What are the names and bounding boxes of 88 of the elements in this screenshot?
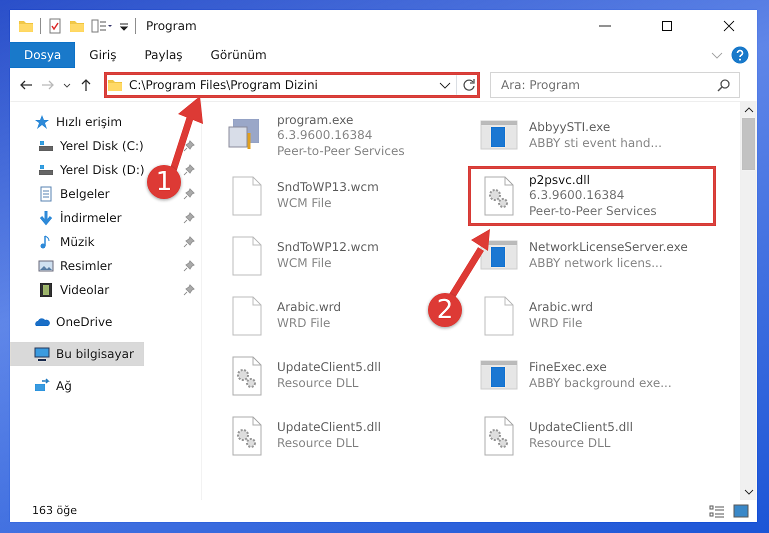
sidebar-item[interactable]: OneDrive: [10, 310, 112, 334]
pin-icon[interactable]: [183, 260, 195, 272]
ribbon-tab[interactable]: Dosya: [10, 42, 76, 68]
file-name: SndToWP12.wcm: [277, 240, 379, 256]
file-name: UpdateClient5.dll: [277, 360, 381, 376]
close-icon: [722, 19, 736, 33]
file-detail: WCM File: [277, 196, 332, 212]
ribbon-tab[interactable]: Giriş: [75, 42, 130, 68]
scroll-up-icon[interactable]: [744, 106, 754, 114]
file-detail: WCM File: [277, 256, 332, 272]
file-name: Arabic.wrd: [277, 300, 342, 316]
pin-icon[interactable]: [183, 140, 195, 152]
sidebar-item[interactable]: Müzik: [10, 230, 95, 254]
help-icon[interactable]: [731, 46, 749, 64]
refresh-icon[interactable]: [461, 76, 477, 92]
file-name: NetworkLicenseServer.exe: [529, 240, 688, 256]
file-detail: Resource DLL: [529, 436, 612, 452]
sidebar-item[interactable]: Yerel Disk (C:): [10, 134, 144, 158]
file-name: AbbyySTI.exe: [529, 120, 612, 136]
pin-icon[interactable]: [183, 188, 195, 200]
file-name: FineExec.exe: [529, 360, 608, 376]
scrollbar-thumb[interactable]: [742, 118, 755, 170]
properties-icon[interactable]: [47, 18, 63, 34]
film-icon: [38, 282, 54, 298]
address-field[interactable]: C:\Program Files\Program Dizini: [104, 72, 480, 98]
view-menu-icon[interactable]: [91, 18, 113, 34]
details-view-icon[interactable]: [709, 504, 725, 518]
file-tile[interactable]: Arabic.wrd WRD File: [216, 286, 352, 346]
network-icon: [34, 378, 50, 394]
download-arrow-icon: [38, 210, 54, 226]
file-detail: 6.3.9600.16384: [529, 188, 626, 204]
file-tile[interactable]: p2psvc.dll 6.3.9600.16384 Peer-to-Peer Services: [468, 166, 716, 226]
file-tile[interactable]: SndToWP13.wcm WCM File: [216, 166, 390, 226]
sidebar-item[interactable]: Resimler: [10, 254, 112, 278]
ribbon-tab[interactable]: Paylaş: [130, 42, 197, 68]
window-title: Program: [146, 18, 197, 35]
file-name: UpdateClient5.dll: [529, 420, 633, 436]
sidebar-item[interactable]: İndirmeler: [10, 206, 122, 230]
file-tile[interactable]: UpdateClient5.dll Resource DLL: [216, 346, 392, 406]
file-detail: WRD File: [529, 316, 584, 332]
sidebar-item[interactable]: Bu bilgisayar: [10, 342, 144, 366]
file-detail: Resource DLL: [277, 436, 360, 452]
sidebar-item[interactable]: Yerel Disk (D:): [10, 158, 145, 182]
scroll-down-icon[interactable]: [744, 488, 754, 496]
search-icon[interactable]: [717, 78, 731, 92]
file-detail: Peer-to-Peer Services: [529, 204, 657, 220]
sidebar-item[interactable]: Hızlı erişim: [10, 110, 122, 134]
drive-icon: [38, 162, 54, 178]
pin-icon[interactable]: [183, 236, 195, 248]
file-detail: Resource DLL: [277, 376, 360, 392]
file-detail: WRD File: [277, 316, 332, 332]
sidebar-item[interactable]: Ağ: [10, 374, 72, 398]
item-count: 163 öğe: [32, 502, 78, 519]
minimize-icon: [599, 25, 611, 27]
file-detail: ABBY network licens...: [529, 256, 664, 272]
maximize-icon: [660, 19, 674, 33]
file-tile[interactable]: SndToWP12.wcm WCM File: [216, 226, 390, 286]
monitor-icon: [34, 346, 50, 362]
file-tile[interactable]: AbbyySTI.exe ABBY sti event hand...: [468, 106, 716, 166]
file-name: program.exe: [277, 112, 354, 128]
pin-icon[interactable]: [183, 212, 195, 224]
large-icons-view-icon[interactable]: [733, 504, 749, 518]
sidebar-item[interactable]: Videolar: [10, 278, 110, 302]
ribbon-tab[interactable]: Görünüm: [196, 42, 281, 68]
file-tile[interactable]: UpdateClient5.dll Resource DLL: [468, 406, 716, 466]
file-tile[interactable]: NetworkLicenseServer.exe ABBY network licens...: [468, 226, 716, 286]
pin-icon[interactable]: [183, 284, 195, 296]
search-box[interactable]: Ara: Program: [490, 72, 740, 98]
document-icon: [38, 186, 54, 202]
file-tile[interactable]: FineExec.exe ABBY background exe...: [468, 346, 716, 406]
star-icon: [34, 114, 50, 130]
file-detail: Peer-to-Peer Services: [277, 144, 405, 160]
file-detail: ABBY sti event hand...: [529, 136, 662, 152]
file-name: p2psvc.dll: [529, 172, 591, 188]
file-detail: ABBY background exe...: [529, 376, 672, 392]
file-name: UpdateClient5.dll: [277, 420, 381, 436]
pin-icon[interactable]: [183, 164, 195, 176]
file-name: SndToWP13.wcm: [277, 180, 379, 196]
file-detail: 6.3.9600.16384: [277, 128, 374, 144]
scrollbar[interactable]: [740, 102, 757, 500]
annotation-arrow: [449, 229, 490, 298]
file-tile[interactable]: program.exe 6.3.9600.16384 Peer-to-Peer Services: [216, 106, 416, 166]
sidebar-item[interactable]: Belgeler: [10, 182, 110, 206]
picture-icon: [38, 258, 54, 274]
file-tile[interactable]: Arabic.wrd WRD File: [468, 286, 716, 346]
file-name: Arabic.wrd: [529, 300, 594, 316]
file-tile[interactable]: UpdateClient5.dll Resource DLL: [216, 406, 392, 466]
drive-icon: [38, 138, 54, 154]
